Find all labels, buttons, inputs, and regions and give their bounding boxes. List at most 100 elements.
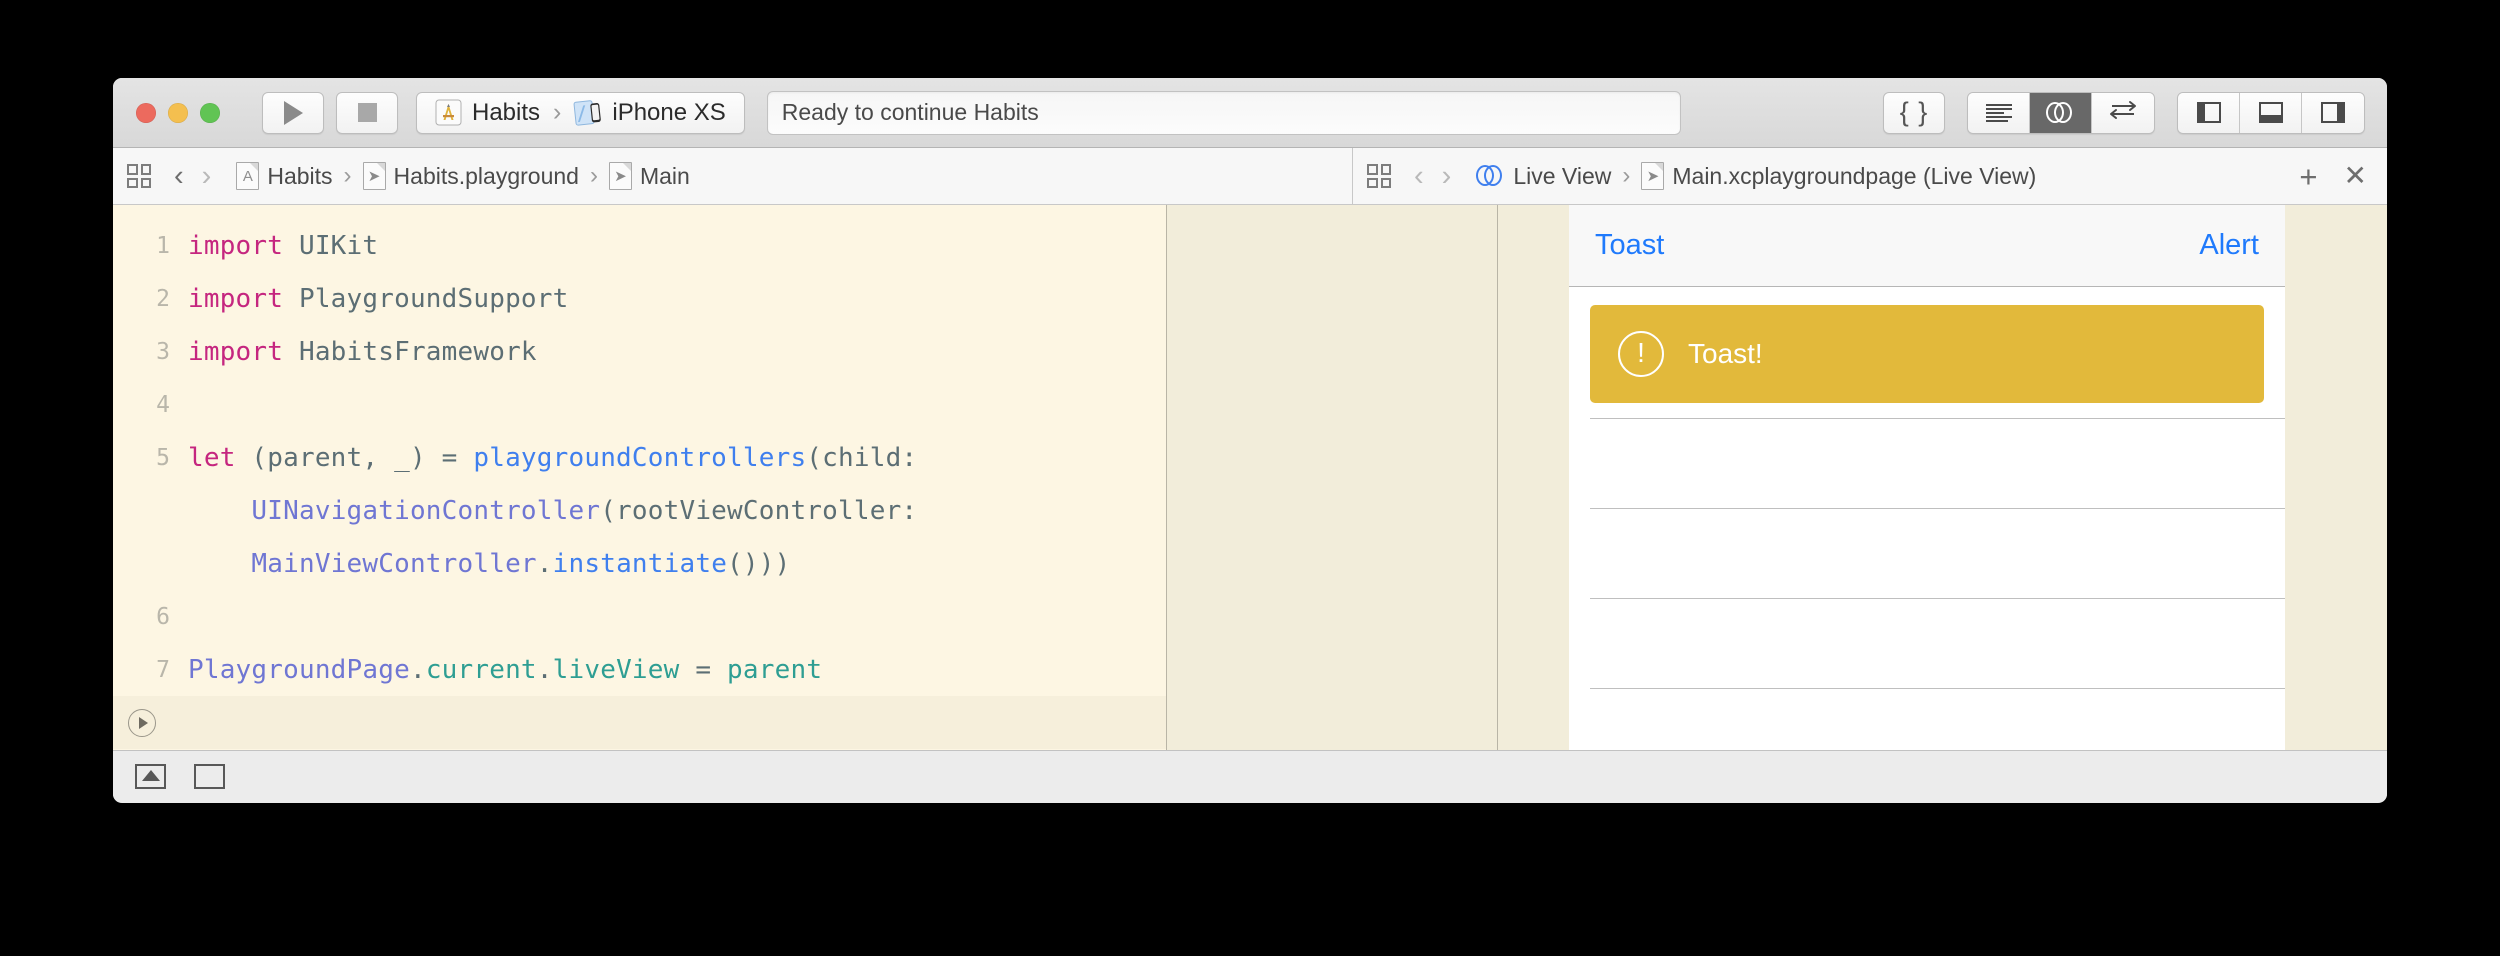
- code-token: HabitsFramework: [283, 336, 537, 367]
- standard-editor-button[interactable]: [1968, 92, 2030, 133]
- activity-status-field: Ready to continue Habits: [766, 90, 1681, 135]
- breadcrumb-item-live-page[interactable]: ➤ Main.xcplaygroundpage (Live View): [1639, 162, 2038, 190]
- run-button[interactable]: [262, 91, 324, 134]
- destination-segment[interactable]: iPhone XS: [573, 98, 726, 128]
- table-row-separator: [1590, 508, 2285, 509]
- jump-bars: ‹ › A Habits › ➤ Habits.playground › ➤ M…: [113, 148, 2387, 205]
- line-number: 6: [156, 603, 170, 630]
- close-button[interactable]: [136, 102, 156, 123]
- table-view[interactable]: ! Toast!: [1569, 287, 2285, 750]
- playground-page-icon: ➤: [1641, 162, 1665, 190]
- editor-mode-group: [1967, 91, 2155, 134]
- status-text: Ready to continue Habits: [781, 99, 1039, 125]
- code-line[interactable]: 2 import PlaygroundSupport: [113, 272, 1166, 325]
- add-assistant-editor-button[interactable]: +: [2299, 161, 2317, 192]
- nav-button-alert[interactable]: Alert: [2199, 229, 2259, 262]
- code-line[interactable]: 5 let (parent, _) = playgroundControllers…: [113, 431, 1166, 484]
- simulated-device: Toast Alert ! Toast!: [1569, 205, 2285, 750]
- toast-banner[interactable]: ! Toast!: [1590, 305, 2264, 403]
- execute-line-icon[interactable]: [128, 708, 156, 737]
- show-debug-console-button[interactable]: [194, 764, 225, 789]
- live-view-pane: Toast Alert ! Toast!: [1569, 205, 2387, 750]
- status-bottom-bar: [113, 750, 2387, 802]
- version-editor-button[interactable]: [2092, 92, 2154, 133]
- code-text: import HabitsFramework: [188, 337, 537, 367]
- breadcrumb-item-project[interactable]: A Habits: [234, 162, 334, 190]
- xcode-window: Habits › iPhone XS Ready to continue Hab…: [113, 78, 2387, 803]
- code-line[interactable]: 4: [113, 378, 1166, 431]
- toggle-navigator-button[interactable]: [2178, 92, 2240, 133]
- code-token: instantiate: [552, 548, 728, 579]
- playground-results-sidebar: [1166, 205, 1497, 750]
- back-button[interactable]: ‹: [165, 161, 193, 191]
- code-token: current: [425, 654, 537, 685]
- code-token: playgroundControllers: [473, 442, 807, 473]
- line-number: 2: [156, 285, 170, 312]
- toggle-utilities-button[interactable]: [2302, 92, 2364, 133]
- back-button[interactable]: ‹: [1405, 161, 1433, 191]
- code-token: .: [409, 654, 426, 685]
- navigation-bar: Toast Alert: [1569, 205, 2285, 287]
- scheme-name: Habits: [472, 98, 541, 126]
- nav-button-toast[interactable]: Toast: [1595, 229, 1664, 262]
- minimize-button[interactable]: [168, 102, 188, 123]
- breadcrumb-item-page[interactable]: ➤ Main: [607, 162, 692, 190]
- toolbar-right-group: { }: [1883, 91, 2365, 134]
- code-token: .: [536, 654, 553, 685]
- breadcrumb-item-live-view[interactable]: Live View: [1474, 163, 1613, 190]
- play-icon: [283, 100, 303, 125]
- line-number: 4: [156, 391, 170, 418]
- zoom-button[interactable]: [200, 102, 220, 123]
- close-assistant-editor-button[interactable]: ✕: [2344, 162, 2367, 190]
- code-snippet-button[interactable]: { }: [1883, 91, 1945, 134]
- code-line[interactable]: 3 import HabitsFramework: [113, 325, 1166, 378]
- assistant-editor-button[interactable]: [2030, 92, 2092, 133]
- code-token: (rootViewController:: [600, 495, 918, 526]
- code-token: PlaygroundSupport: [283, 283, 569, 314]
- code-token: ())): [727, 548, 791, 579]
- code-token: import: [188, 336, 284, 367]
- editor-jump-bar: ‹ › A Habits › ➤ Habits.playground › ➤ M…: [113, 148, 1353, 204]
- forward-button[interactable]: ›: [193, 161, 221, 191]
- assistant-venn-icon: [1476, 165, 1503, 187]
- scheme-segment[interactable]: Habits: [435, 99, 540, 127]
- code-text: MainViewController.instantiate())): [188, 549, 790, 579]
- code-editor[interactable]: 1 import UIKit 2 import PlaygroundSupport 3 i…: [113, 205, 1166, 750]
- destination-name: iPhone XS: [612, 98, 726, 126]
- line-number: 5: [156, 444, 170, 471]
- code-token: .: [536, 548, 553, 579]
- assistant-actions: + ✕: [2299, 161, 2373, 192]
- code-line[interactable]: UINavigationController(rootViewControlle…: [113, 484, 1166, 537]
- traffic-light-group: [136, 102, 220, 123]
- code-token: import: [188, 230, 284, 261]
- simulator-device-icon: [573, 98, 604, 128]
- breadcrumb-label: Habits: [267, 162, 333, 189]
- forward-button[interactable]: ›: [1433, 161, 1461, 191]
- panel-right-icon: [2321, 102, 2345, 123]
- playground-icon: ➤: [362, 162, 386, 190]
- code-text: import UIKit: [188, 231, 378, 261]
- code-line[interactable]: 7 PlaygroundPage.current.liveView = paren…: [113, 643, 1166, 696]
- toggle-debug-area-button[interactable]: [2240, 92, 2302, 133]
- code-line[interactable]: 6: [113, 590, 1166, 643]
- source-editor-pane: 1 import UIKit 2 import PlaygroundSupport 3 i…: [113, 205, 1166, 750]
- code-token: liveView: [552, 654, 680, 685]
- hide-debug-area-button[interactable]: [135, 764, 166, 789]
- table-row-separator: [1590, 418, 2285, 419]
- stop-button[interactable]: [336, 91, 398, 134]
- related-items-icon[interactable]: [127, 164, 151, 188]
- related-items-icon[interactable]: [1367, 164, 1391, 188]
- code-token: (child:: [806, 442, 918, 473]
- breadcrumb-item-playground[interactable]: ➤ Habits.playground: [361, 162, 581, 190]
- breadcrumb-label: Main.xcplaygroundpage (Live View): [1672, 162, 2037, 189]
- code-line[interactable]: MainViewController.instantiate())): [113, 537, 1166, 590]
- code-token: MainViewController: [251, 548, 537, 579]
- code-line[interactable]: 1 import UIKit: [113, 219, 1166, 272]
- execute-line-row[interactable]: [113, 696, 1166, 749]
- line-number: 7: [156, 656, 170, 683]
- scheme-separator: ›: [553, 98, 562, 126]
- triangle-in-box-icon: [141, 770, 160, 781]
- scheme-destination-button[interactable]: Habits › iPhone XS: [416, 91, 745, 134]
- breadcrumb-label: Main: [639, 162, 690, 189]
- playground-page-icon: ➤: [608, 162, 632, 190]
